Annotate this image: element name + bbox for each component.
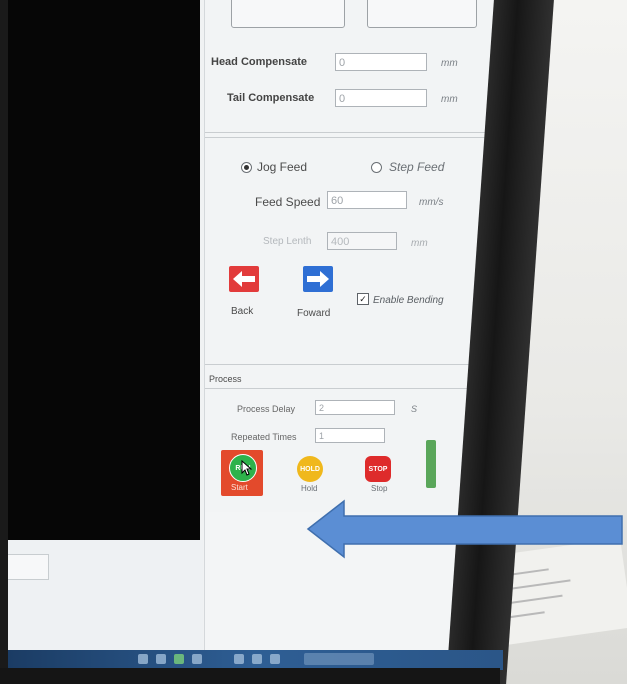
back-arrow-icon xyxy=(233,271,255,287)
feed-speed-input[interactable]: 60 xyxy=(327,191,407,209)
clock-area[interactable] xyxy=(304,653,374,665)
hold-button[interactable]: HOLD xyxy=(297,456,323,482)
log-area xyxy=(8,540,203,660)
step-length-label: Step Lenth xyxy=(263,236,312,247)
monitor-bezel-left xyxy=(0,0,8,684)
process-delay-input[interactable]: 2 xyxy=(315,400,395,415)
preview-canvas[interactable] xyxy=(8,0,200,540)
divider xyxy=(205,388,503,389)
divider xyxy=(205,132,503,133)
back-label: Back xyxy=(231,306,254,317)
hold-icon-text: HOLD xyxy=(300,465,320,473)
step-length-input[interactable]: 400 xyxy=(327,232,397,250)
taskbar-app-icon[interactable] xyxy=(156,654,166,664)
start-label: Start xyxy=(231,483,248,492)
monitor-bezel-bottom xyxy=(0,668,500,684)
step-feed-label: Step Feed xyxy=(389,160,445,174)
jog-feed-label: Jog Feed xyxy=(257,160,308,174)
feed-speed-unit: mm/s xyxy=(419,197,444,208)
step-length-unit: mm xyxy=(411,238,428,249)
process-section-label: Process xyxy=(209,374,242,384)
taskbar-app-icon[interactable] xyxy=(192,654,202,664)
divider xyxy=(205,137,503,138)
taskbar-app-icon[interactable] xyxy=(138,654,148,664)
stop-icon-text: STOP xyxy=(368,465,388,473)
taskbar-app-icon[interactable] xyxy=(174,654,184,664)
forward-label: Foward xyxy=(297,308,331,319)
repeated-times-label: Repeated Times xyxy=(231,432,297,442)
log-tab[interactable] xyxy=(8,554,49,580)
repeated-times-input[interactable]: 1 xyxy=(315,428,385,443)
taskbar xyxy=(8,650,503,670)
stop-button[interactable]: STOP xyxy=(365,456,391,482)
top-button-left[interactable] xyxy=(231,0,345,28)
forward-button[interactable] xyxy=(303,266,333,292)
stop-label: Stop xyxy=(371,484,388,493)
tail-compensate-input[interactable]: 0 xyxy=(335,89,427,107)
speaker-icon[interactable] xyxy=(252,654,262,664)
head-compensate-unit: mm xyxy=(441,58,458,69)
feed-speed-label: Feed Speed xyxy=(255,195,321,209)
scrollbar-thumb[interactable] xyxy=(426,440,436,488)
jog-feed-radio[interactable] xyxy=(241,162,252,173)
head-compensate-input[interactable]: 0 xyxy=(335,53,427,71)
top-button-right[interactable] xyxy=(367,0,477,28)
annotation-arrow-icon xyxy=(306,499,623,559)
divider xyxy=(205,364,503,365)
enable-bending-label: Enable Bending xyxy=(373,295,444,306)
head-compensate-label: Head Compensate xyxy=(211,56,307,68)
control-panel: Head Compensate 0 mm Tail Compensate 0 m… xyxy=(204,0,503,512)
tray-icon[interactable] xyxy=(234,654,244,664)
network-icon[interactable] xyxy=(270,654,280,664)
step-feed-radio[interactable] xyxy=(371,162,382,173)
process-delay-unit: S xyxy=(411,404,418,414)
forward-arrow-icon xyxy=(307,271,329,287)
process-delay-label: Process Delay xyxy=(237,404,296,414)
mouse-cursor-icon xyxy=(241,460,253,476)
hold-label: Hold xyxy=(301,484,318,493)
tail-compensate-label: Tail Compensate xyxy=(227,92,315,104)
enable-bending-checkbox[interactable]: ✓ xyxy=(357,293,369,305)
back-button[interactable] xyxy=(229,266,259,292)
tail-compensate-unit: mm xyxy=(441,94,458,105)
monitor-screen: Head Compensate 0 mm Tail Compensate 0 m… xyxy=(8,0,503,668)
